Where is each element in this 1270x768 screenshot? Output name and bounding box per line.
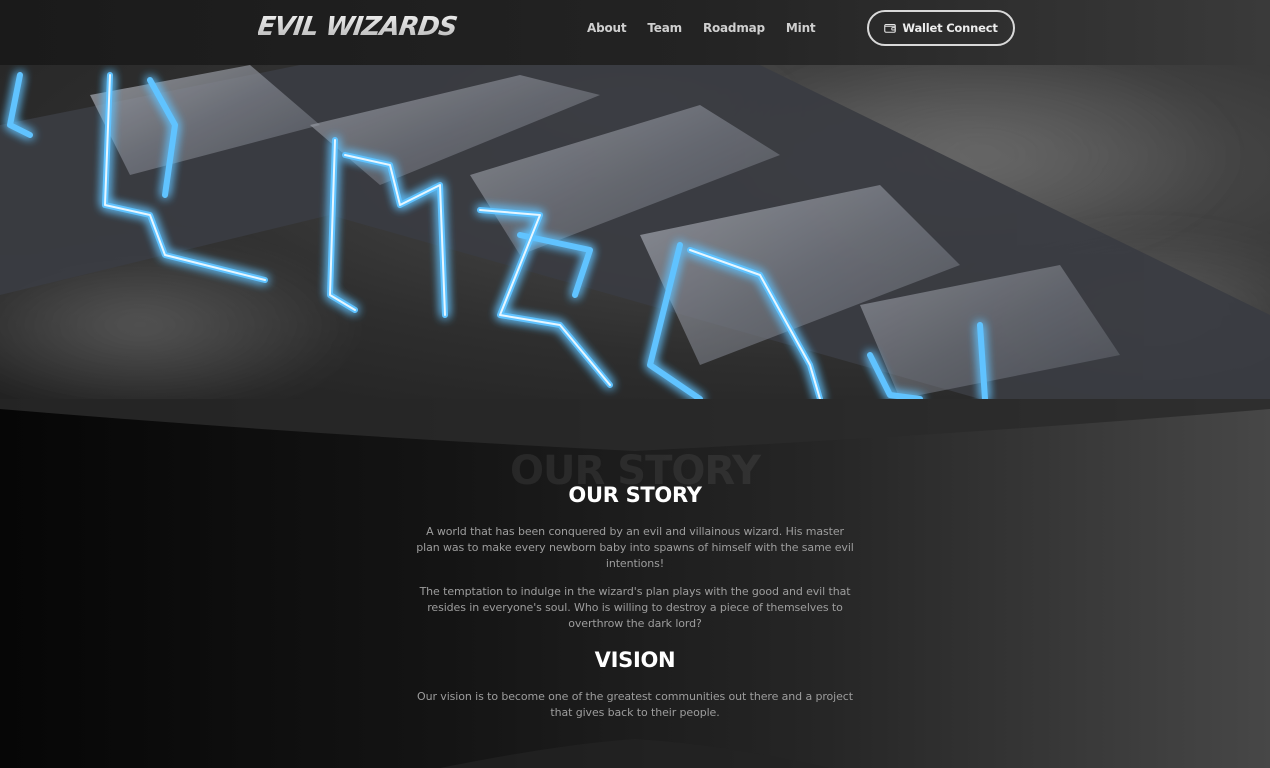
vision-paragraph: Our vision is to become one of the great… xyxy=(417,690,853,719)
vision-title: VISION xyxy=(594,648,676,672)
navbar: EVIL WIZARDS About Team Roadmap Mint Wal… xyxy=(0,0,1270,65)
wallet-connect-button[interactable]: Wallet Connect xyxy=(867,10,1015,46)
hero-sign-image xyxy=(0,65,1270,399)
nav-link-mint[interactable]: Mint xyxy=(786,21,816,35)
hero-banner xyxy=(0,65,1270,399)
nav-link-roadmap[interactable]: Roadmap xyxy=(703,21,765,35)
logo-wordmark: EVIL WIZARDS xyxy=(258,12,458,42)
nav-links: About Team Roadmap Mint xyxy=(587,0,816,56)
wallet-connect-label: Wallet Connect xyxy=(902,21,998,35)
story-paragraph-2: The temptation to indulge in the wizard'… xyxy=(419,585,851,630)
svg-text:EVIL WIZARDS: EVIL WIZARDS xyxy=(258,12,458,42)
story-title: OUR STORY xyxy=(568,483,702,507)
wallet-icon xyxy=(884,23,897,33)
brand-logo[interactable]: EVIL WIZARDS xyxy=(258,10,458,44)
nav-link-team[interactable]: Team xyxy=(647,21,682,35)
nav-link-about[interactable]: About xyxy=(587,21,627,35)
page: EVIL WIZARDS About Team Roadmap Mint Wal… xyxy=(0,0,1270,768)
story-section: OUR STORY OUR STORY A world that has bee… xyxy=(0,399,1270,768)
story-paragraph-1: A world that has been conquered by an ev… xyxy=(416,525,854,570)
